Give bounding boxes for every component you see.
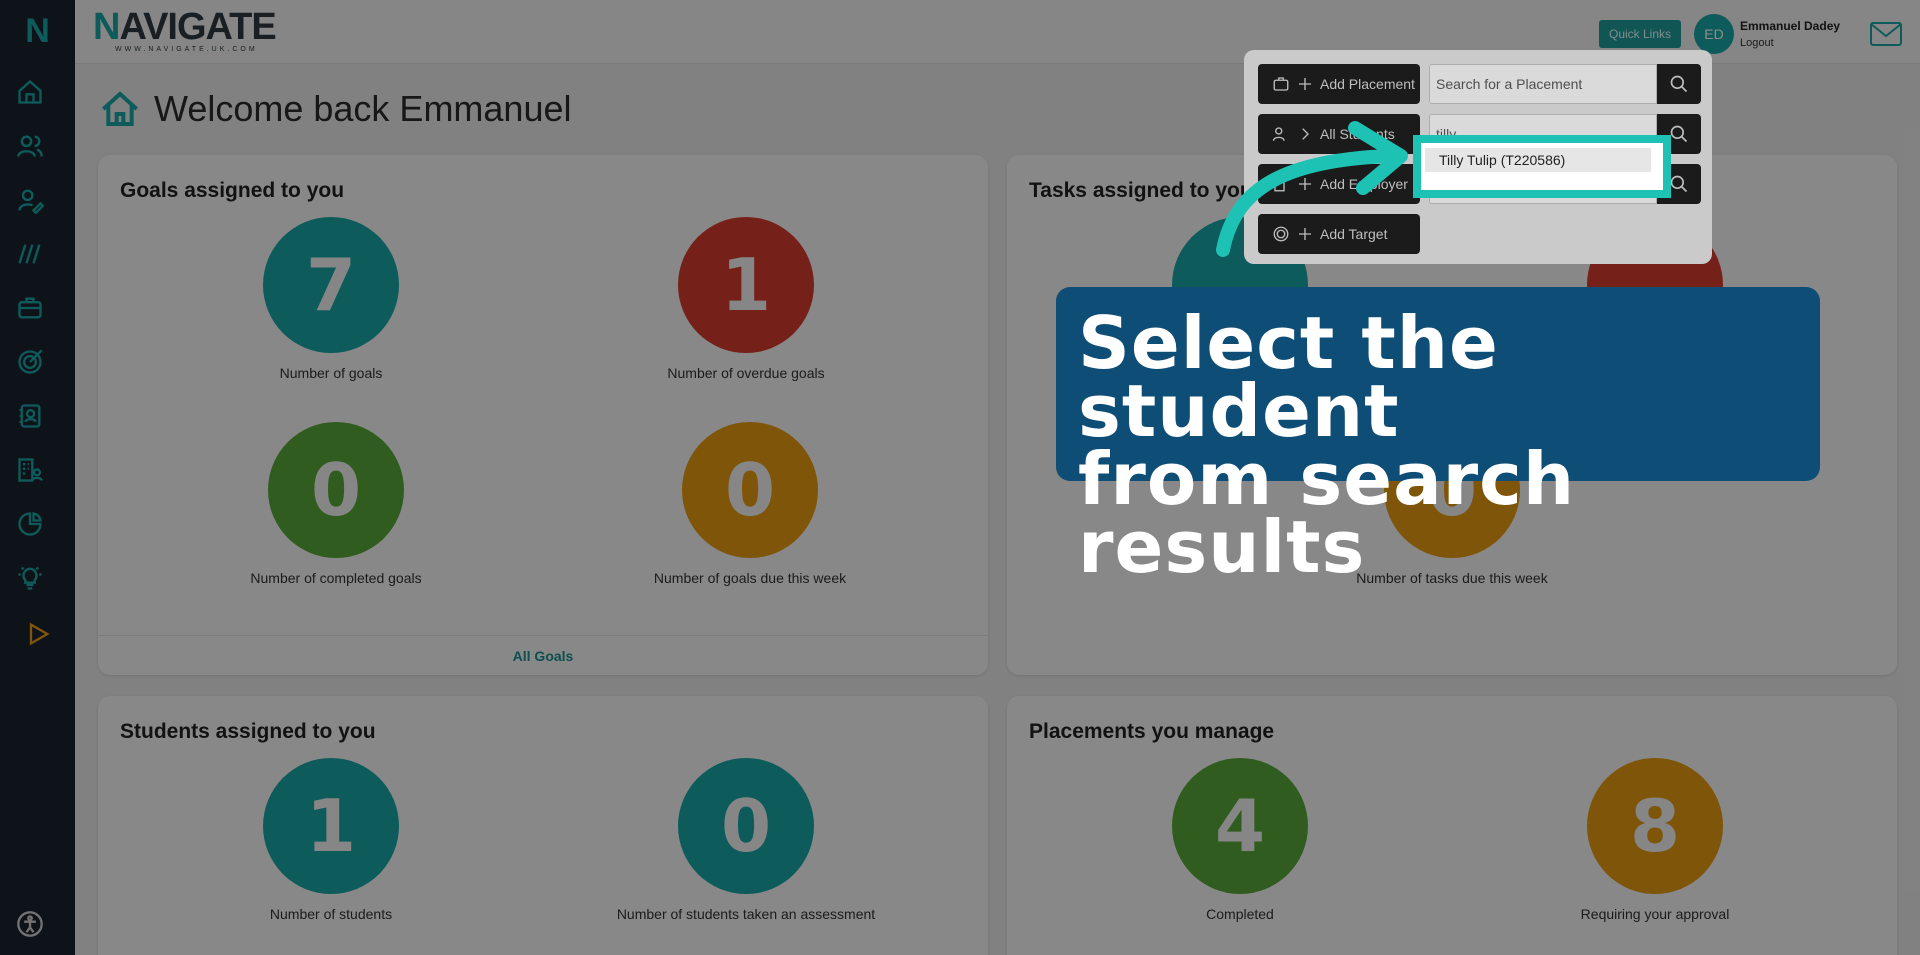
search-result-item[interactable]: Tilly Tulip (T220586) [1425, 148, 1651, 172]
instruction-callout: Select the student from search results [1056, 287, 1820, 583]
search-result-highlight: Tilly Tulip (T220586) [1413, 135, 1671, 198]
callout-line-2: from search results [1078, 437, 1576, 589]
callout-line-1: Select the student [1078, 301, 1499, 453]
pointer-arrow-icon [1216, 121, 1408, 257]
